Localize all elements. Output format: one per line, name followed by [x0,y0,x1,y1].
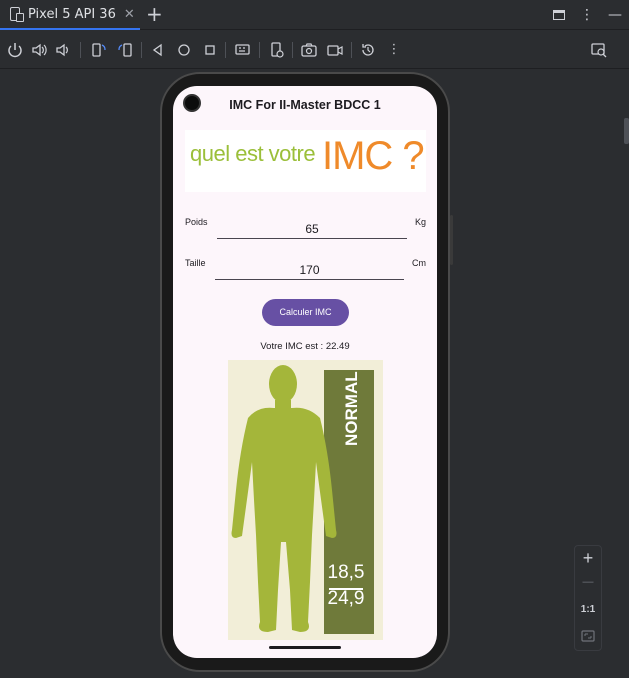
zoom-in-icon[interactable]: + [575,548,601,569]
power-icon[interactable] [6,41,24,59]
bmi-illustration: NORMAL 18,5 24,9 [228,360,383,640]
more-vertical-icon[interactable]: ⋮ [573,7,601,23]
poids-input[interactable]: 65 [217,221,407,239]
add-tab-icon[interactable]: + [146,3,163,25]
taille-label: Taille [185,258,206,268]
toolbar-separator [351,42,352,58]
toolbar-separator [141,42,142,58]
range-low: 18,5 [327,562,365,583]
phone-side-button[interactable] [450,215,453,265]
window-controls: ⋮ — [545,0,629,30]
banner-question: quel est votre [190,141,316,166]
toolbar-separator [292,42,293,58]
device-icon [8,7,24,22]
tab-label: Pixel 5 API 36 [28,6,116,22]
calculer-imc-button[interactable]: Calculer IMC [262,299,349,326]
overview-icon[interactable] [201,41,219,59]
volume-down-icon[interactable] [54,41,72,59]
back-icon[interactable] [149,41,167,59]
minimize-icon[interactable]: — [601,7,629,23]
zoom-actual-size[interactable]: 1:1 [575,604,601,615]
more-icon[interactable]: ⋮ [385,41,403,59]
app-title: IMC For II-Master BDCC 1 [229,98,381,112]
device-snapshot-icon[interactable] [268,41,286,59]
taille-input[interactable]: 170 [215,262,404,280]
rotate-left-icon[interactable] [90,41,108,59]
poids-unit: Kg [415,217,427,227]
gesture-nav-bar[interactable] [269,646,341,649]
fit-screen-icon[interactable] [581,629,595,643]
zoom-out-icon[interactable]: — [575,576,601,588]
layout-icon[interactable] [553,10,565,20]
range-high: 24,9 [327,588,365,609]
device-screen[interactable]: IMC For II-Master BDCC 1 quel est votre … [173,86,437,658]
camera-icon[interactable] [300,41,318,59]
poids-label: Poids [185,217,208,227]
rotate-right-icon[interactable] [116,41,134,59]
toolbar-separator [259,42,260,58]
reset-icon[interactable] [359,41,377,59]
side-panel-handle[interactable] [624,118,629,144]
screenshot-icon[interactable] [234,41,252,59]
imc-result: Votre IMC est : 22.49 [260,341,350,352]
emulator-toolbar: ⋮ [0,31,629,69]
tab-device[interactable]: Pixel 5 API 36 ✕ [0,0,140,30]
close-icon[interactable]: ✕ [124,7,135,22]
banner-image: quel est votre IMC ? [185,130,426,192]
toolbar-separator [80,42,81,58]
inspect-icon[interactable] [590,41,608,59]
banner-imc: IMC ? [322,134,425,178]
tab-bar: Pixel 5 API 36 ✕ + ⋮ — [0,0,629,30]
video-icon[interactable] [326,41,344,59]
zoom-controls: + — 1:1 [574,545,602,651]
taille-unit: Cm [412,258,426,268]
toolbar-separator [225,42,226,58]
home-icon[interactable] [175,41,193,59]
volume-up-icon[interactable] [30,41,48,59]
